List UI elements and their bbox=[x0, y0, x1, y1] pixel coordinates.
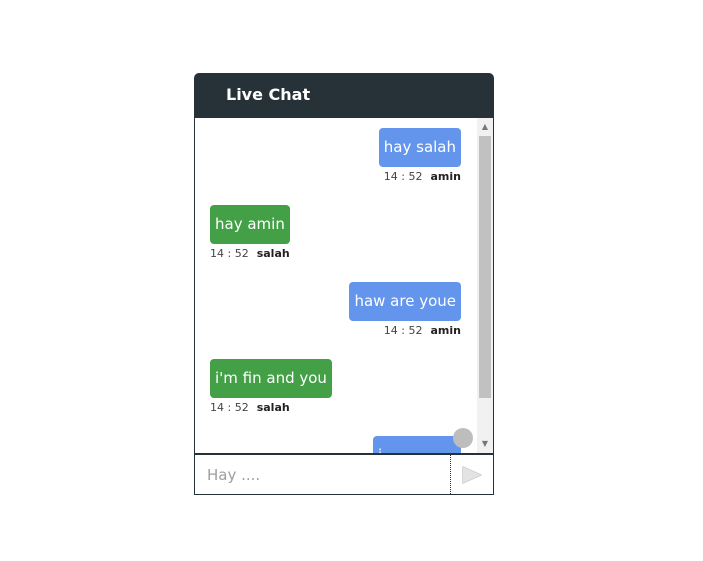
message-input[interactable] bbox=[195, 455, 451, 494]
chat-body[interactable]: hay salah 14 : 52 amin hay amin 14 : 52 sa… bbox=[194, 117, 494, 454]
message-author: salah bbox=[256, 247, 290, 260]
scroll-thumb[interactable] bbox=[479, 136, 491, 398]
scroll-down-arrow-icon[interactable]: ▼ bbox=[477, 437, 493, 451]
message-bubble: haw are youe bbox=[349, 282, 461, 321]
message-item: haw are youe 14 : 52 amin bbox=[349, 282, 461, 337]
message-list: hay salah 14 : 52 amin hay amin 14 : 52 sa… bbox=[195, 118, 477, 453]
scroll-up-arrow-icon[interactable]: ▲ bbox=[477, 120, 493, 134]
message-item: i'm fin and you 14 : 52 salah bbox=[210, 359, 332, 414]
chat-title: Live Chat bbox=[226, 85, 311, 104]
message-item: i bbox=[373, 436, 461, 453]
chat-input-bar bbox=[194, 454, 494, 495]
message-bubble: i'm fin and you bbox=[210, 359, 332, 398]
message-time: 14 : 52 bbox=[383, 324, 423, 337]
message-meta: 14 : 52 amin bbox=[349, 324, 461, 337]
message-meta: 14 : 52 salah bbox=[210, 401, 332, 414]
scroll-to-bottom-button[interactable] bbox=[453, 428, 473, 448]
send-triangle-icon bbox=[462, 465, 482, 484]
message-item: hay salah 14 : 52 amin bbox=[378, 128, 461, 183]
scrollbar[interactable]: ▲ ▼ bbox=[477, 118, 493, 453]
message-bubble: hay amin bbox=[210, 205, 290, 244]
message-meta: 14 : 52 salah bbox=[210, 247, 290, 260]
message-time: 14 : 52 bbox=[210, 401, 249, 414]
message-item: hay amin 14 : 52 salah bbox=[210, 205, 290, 260]
message-time: 14 : 52 bbox=[210, 247, 249, 260]
message-bubble: i bbox=[373, 436, 461, 453]
message-meta: 14 : 52 amin bbox=[379, 170, 461, 183]
message-author: salah bbox=[256, 401, 290, 414]
chat-header: Live Chat bbox=[194, 73, 494, 117]
send-button[interactable] bbox=[451, 455, 493, 494]
message-bubble: hay salah bbox=[378, 128, 461, 167]
message-author: amin bbox=[430, 324, 462, 337]
message-author: amin bbox=[430, 170, 462, 183]
message-time: 14 : 52 bbox=[383, 170, 423, 183]
chat-widget: Live Chat hay salah 14 : 52 amin hay amin… bbox=[194, 73, 494, 495]
